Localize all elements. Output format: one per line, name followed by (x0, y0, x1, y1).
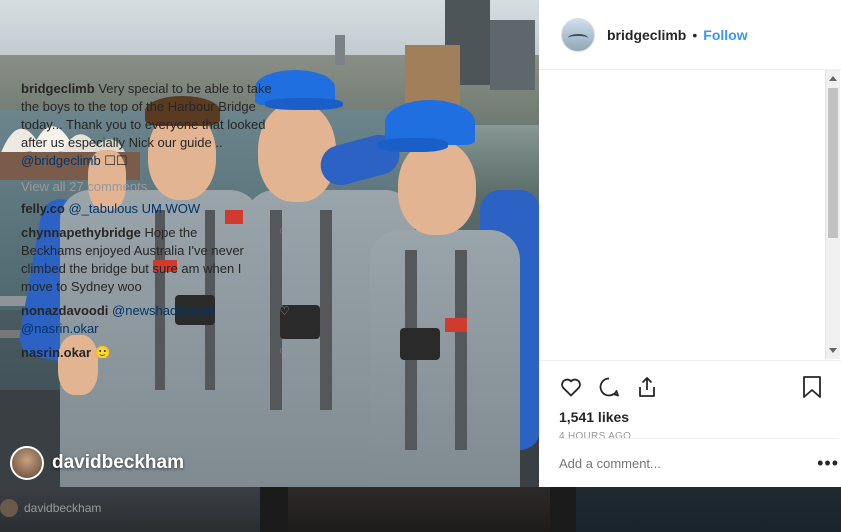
comment-username[interactable]: nasrin.okar (21, 345, 91, 358)
comment-heart-icon[interactable]: ♡ (279, 305, 291, 317)
comments-scrollbar[interactable] (825, 70, 840, 359)
avatar[interactable] (10, 446, 44, 480)
scrollbar-thumb[interactable] (828, 88, 838, 238)
share-icon[interactable] (635, 375, 659, 399)
comment-heart-icon[interactable]: ♡ (279, 203, 291, 215)
photo-overlay-user[interactable]: davidbeckham (10, 446, 184, 480)
comment-text: 🙂 (94, 345, 111, 358)
bookmark-icon[interactable] (801, 375, 823, 399)
comment-username[interactable]: felly.co (21, 201, 65, 216)
caption-mention[interactable]: @bridgeclimb (21, 153, 101, 168)
comment-username[interactable]: chynnapethybridge (21, 225, 141, 240)
more-options-icon[interactable]: ••• (817, 453, 839, 474)
photo-tower (490, 20, 535, 90)
follow-button[interactable]: Follow (703, 27, 747, 43)
add-comment-input[interactable] (559, 455, 779, 471)
add-comment-bar: ••• (559, 438, 839, 487)
scroll-up-icon[interactable] (829, 76, 837, 81)
avatar[interactable] (0, 499, 18, 517)
view-all-comments-link[interactable]: View all 27 comments (21, 179, 291, 194)
comment-row: felly.co @_tabulous UM WOW ♡ (21, 200, 291, 218)
header-separator: • (692, 26, 698, 43)
overlay-username[interactable]: davidbeckham (52, 452, 184, 474)
comment-username[interactable]: nonazdavoodi (21, 303, 108, 318)
comment-icon[interactable] (597, 375, 621, 399)
comment-text: @_tabulous UM WOW (68, 201, 201, 216)
post-caption: bridgeclimb Very special to be able to t… (21, 80, 291, 170)
avatar[interactable] (561, 17, 595, 52)
comment-heart-icon[interactable]: ♡ (279, 347, 291, 358)
comment-row: nasrin.okar 🙂 ♡ (21, 344, 291, 358)
comments-list[interactable]: bridgeclimb Very special to be able to t… (21, 80, 291, 358)
photo-tower (335, 35, 345, 65)
heart-icon[interactable] (559, 375, 583, 399)
bottom-user[interactable]: davidbeckham (0, 499, 101, 517)
scroll-down-icon[interactable] (829, 348, 837, 353)
comment-row: chynnapethybridge Hope the Beckhams enjo… (21, 224, 291, 296)
caption-username[interactable]: bridgeclimb (21, 81, 95, 96)
bottom-username[interactable]: davidbeckham (24, 501, 101, 515)
person-right (370, 100, 539, 487)
post-actions: 1,541 likes 4 HOURS AGO (539, 360, 841, 442)
feed-thumbnail[interactable] (288, 487, 550, 532)
comment-row: nonazdavoodi @newshadavoodi @nasrin.okar… (21, 302, 291, 338)
likes-count[interactable]: 1,541 likes (559, 409, 823, 425)
feed-thumbnail[interactable] (576, 487, 841, 532)
post-header: bridgeclimb • Follow (539, 0, 841, 70)
header-username[interactable]: bridgeclimb (607, 27, 686, 43)
background-feed-strip (0, 487, 841, 532)
comment-heart-icon[interactable]: ♡ (279, 227, 291, 239)
caption-emoji: ☐☐ (104, 153, 128, 168)
